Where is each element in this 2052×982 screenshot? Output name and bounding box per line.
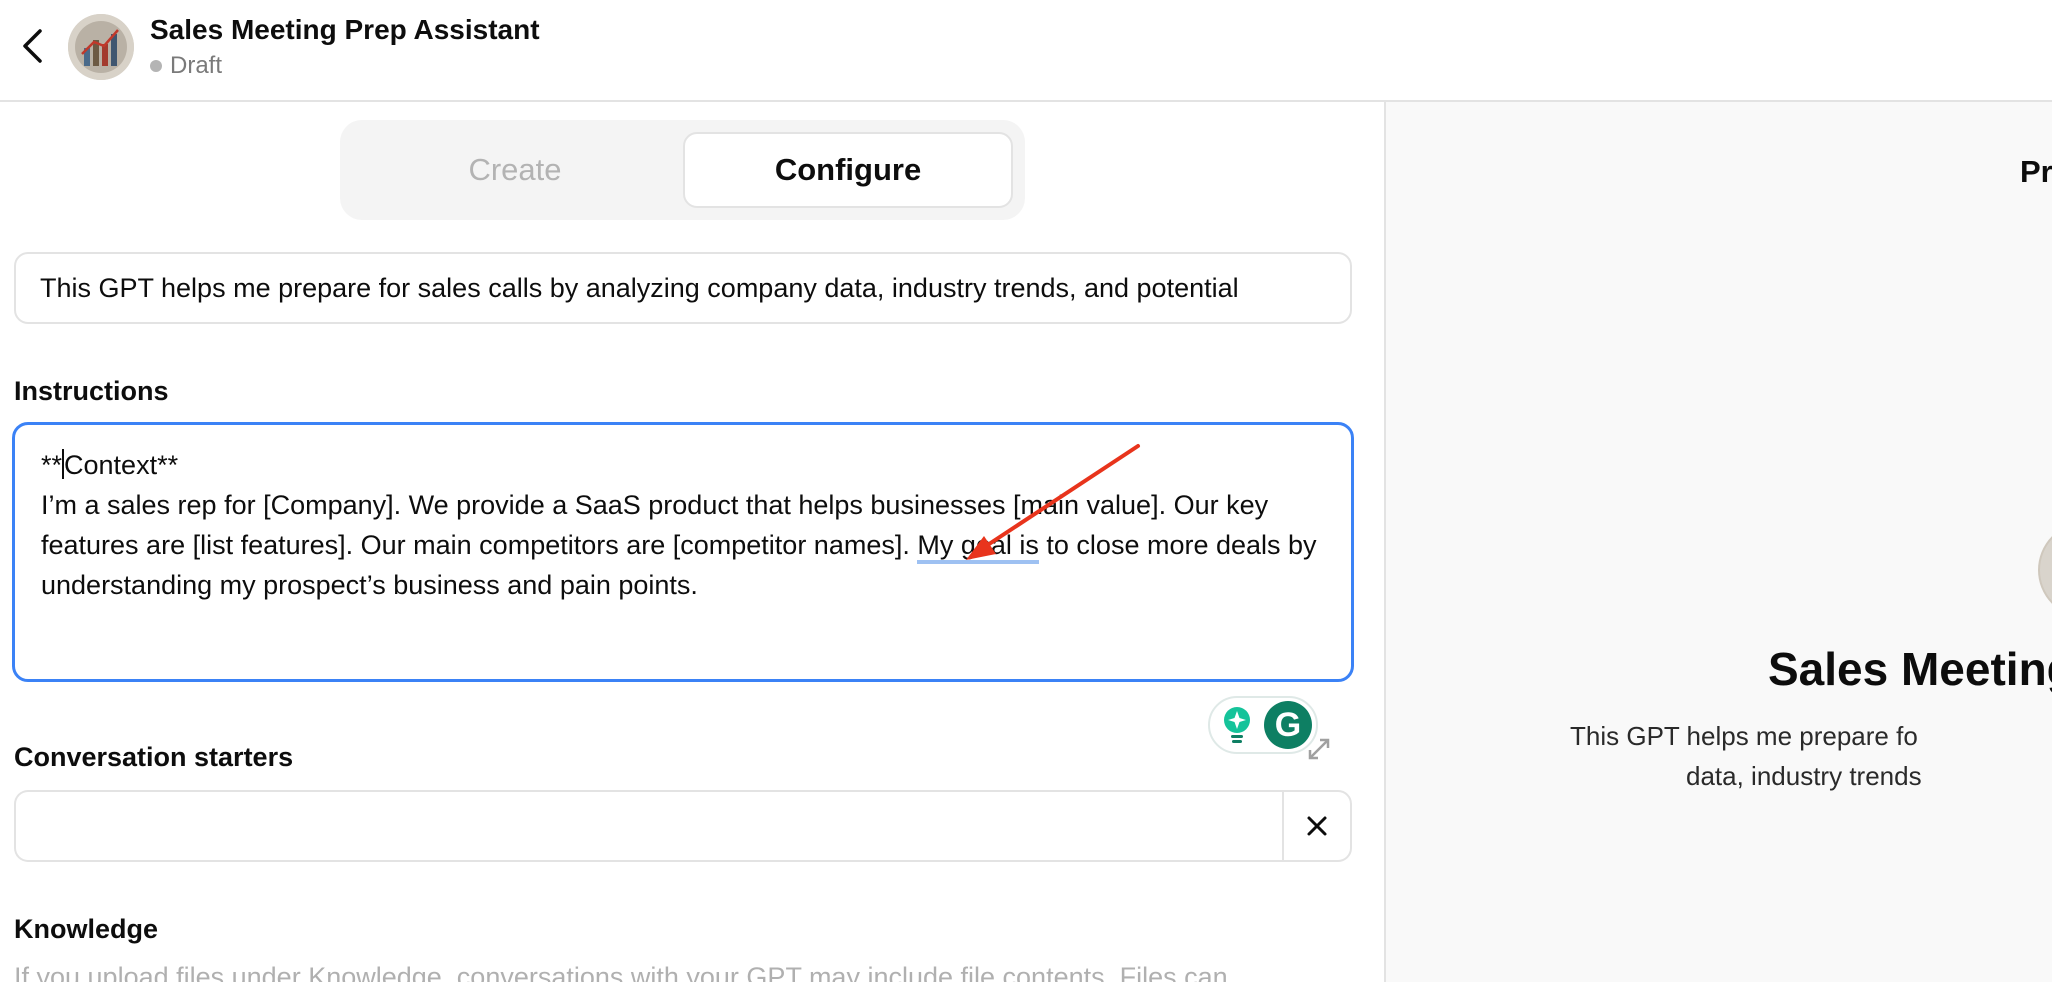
preview-avatar [2038,522,2052,618]
grammarly-logo-icon[interactable]: G [1264,701,1312,749]
gpt-avatar-icon [68,14,134,80]
context-heading: Context** [64,450,179,480]
preview-heading: Pr [2020,154,2052,189]
annotation-arrow [966,444,1140,560]
instructions-label: Instructions [14,376,169,406]
description-field[interactable]: This GPT helps me prepare for sales call… [14,252,1352,324]
status-dot [150,60,162,72]
knowledge-label: Knowledge [14,914,159,944]
mode-toggle: Create Configure [340,120,1025,220]
expand-icon[interactable] [1306,736,1332,762]
grammarly-widget[interactable]: G [1208,696,1318,754]
preview-description: This GPT helps me prepare fo data, indus… [1570,716,2052,796]
tab-configure[interactable]: Configure [683,132,1013,208]
gpt-avatar[interactable] [68,14,134,80]
status-label: Draft [170,52,223,79]
back-button[interactable] [12,24,52,68]
preview-title: Sales Meeting [1768,643,2052,695]
conversation-starters-label: Conversation starters [14,742,294,772]
preview-desc-line-2: data, industry trends [1686,761,1922,791]
gpt-title: Sales Meeting Prep Assistant [150,14,540,45]
preview-desc-line-1: This GPT helps me prepare fo [1570,721,1918,751]
knowledge-help-text: If you upload files under Knowledge, con… [14,962,1228,982]
draft-status: Draft [150,52,222,80]
config-pane: Create Configure This GPT helps me prepa… [0,102,1384,982]
top-bar: Sales Meeting Prep Assistant Draft [0,0,2052,102]
preview-pane: Pr Sales Meeting This GPT helps me prepa… [1386,102,2052,982]
remove-starter-button[interactable] [1282,790,1352,862]
markdown-bold-prefix: ** [41,450,63,480]
instructions-textarea[interactable]: **Context** I’m a sales rep for [Company… [12,422,1354,682]
close-icon [1307,816,1327,836]
grammarly-bulb-icon[interactable] [1220,705,1254,745]
back-chevron-icon [23,29,42,63]
tab-create[interactable]: Create [350,132,680,208]
conversation-starter-input[interactable] [14,790,1296,862]
